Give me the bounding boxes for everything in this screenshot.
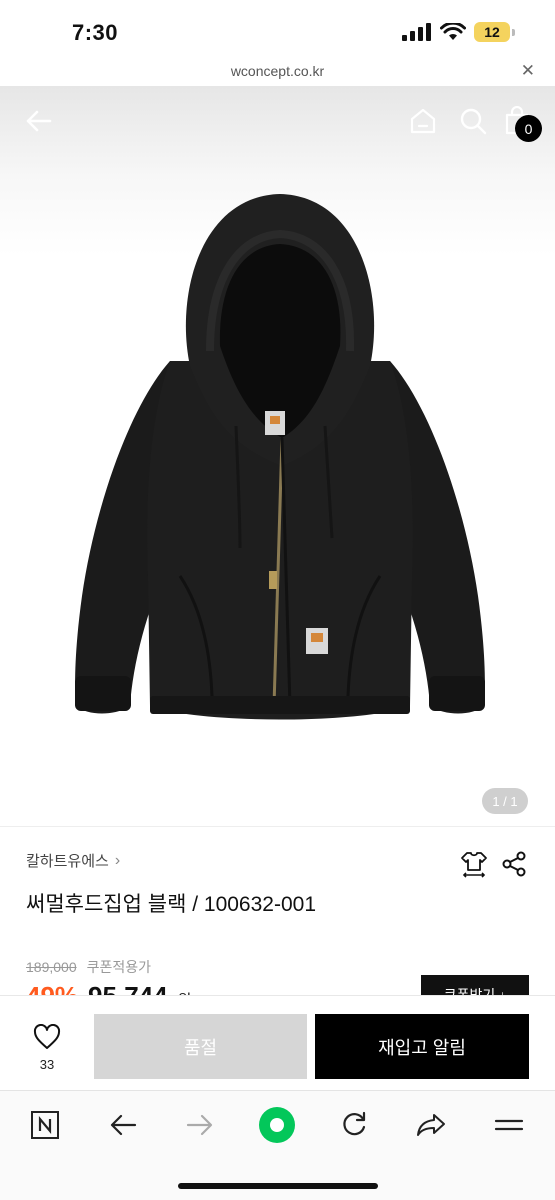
hamburger-menu-icon[interactable] (494, 1115, 524, 1135)
coupon-button-label: 쿠폰받기 (443, 987, 496, 995)
brand-name[interactable]: 칼하트유에스 (26, 850, 109, 871)
section-divider (0, 826, 555, 827)
wishlist-button[interactable]: 33 (26, 1023, 68, 1072)
coupon-button[interactable]: 쿠폰받기 ↓ (421, 975, 529, 995)
heart-icon[interactable] (33, 1023, 61, 1050)
arrow-left-icon[interactable] (109, 1113, 137, 1137)
green-dot-icon[interactable] (257, 1105, 297, 1145)
status-icons: 12 (402, 22, 515, 42)
wish-count: 33 (39, 1057, 55, 1072)
url-bar[interactable]: wconcept.co.kr ✕ (0, 58, 555, 86)
url-text[interactable]: wconcept.co.kr (0, 63, 555, 79)
cart-count-badge[interactable]: 0 (515, 115, 542, 142)
battery-icon: 12 (474, 22, 515, 42)
menu-button[interactable] (489, 1105, 529, 1145)
search-icon[interactable] (458, 106, 488, 136)
battery-tip (512, 28, 515, 36)
green-dot-button[interactable] (257, 1105, 297, 1145)
wifi-icon (440, 23, 466, 40)
sale-price: 95,744 (88, 981, 168, 995)
product-image (75, 194, 485, 720)
forward-share-icon[interactable] (416, 1112, 446, 1138)
browser-forward-button[interactable] (180, 1105, 220, 1145)
browser-toolbar (0, 1090, 555, 1200)
chevron-right-icon: › (114, 851, 121, 869)
image-counter: 1 / 1 (482, 788, 528, 814)
brand-link[interactable]: 칼하트유에스 › (26, 850, 120, 871)
original-price: 189,000 (26, 959, 77, 975)
naver-home-button[interactable] (25, 1105, 65, 1145)
top-navigation: 0 (0, 86, 555, 156)
status-time: 7:30 (72, 20, 119, 45)
product-name: 써멀후드집업 블랙 / 100632-001 (26, 893, 317, 916)
naver-n-icon[interactable] (30, 1110, 60, 1140)
price-row: 49% 95,744 원 ⌄ 쿠폰받기 ↓ (0, 975, 555, 995)
reload-icon[interactable] (340, 1111, 368, 1139)
purchase-bar: 33 품절 재입고 알림 (0, 995, 555, 1090)
size-guide-icon[interactable] (460, 850, 488, 878)
sale-price-group: 49% 95,744 원 ⌄ (26, 981, 212, 995)
status-bar: 7:30 12 (0, 0, 555, 58)
share-icon[interactable] (500, 850, 528, 878)
discount-rate: 49% (26, 981, 78, 995)
home-indicator[interactable] (178, 1183, 378, 1189)
product-gallery[interactable]: 0 1 / 1 (0, 86, 555, 826)
price-meta: 189,000 쿠폰적용가 (26, 957, 151, 977)
browser-back-button[interactable] (103, 1105, 143, 1145)
battery-level: 12 (474, 22, 510, 42)
download-icon: ↓ (499, 987, 507, 995)
share-page-button[interactable] (411, 1105, 451, 1145)
arrow-left-icon[interactable] (24, 106, 54, 136)
reload-button[interactable] (334, 1105, 374, 1145)
restock-alert-button[interactable]: 재입고 알림 (315, 1014, 529, 1079)
cellular-signal-icon (402, 23, 431, 41)
soldout-button[interactable]: 품절 (94, 1014, 307, 1079)
close-icon[interactable]: ✕ (521, 61, 535, 81)
home-icon[interactable] (408, 106, 438, 136)
arrow-right-icon[interactable] (186, 1113, 214, 1137)
coupon-price-label: 쿠폰적용가 (86, 959, 152, 975)
